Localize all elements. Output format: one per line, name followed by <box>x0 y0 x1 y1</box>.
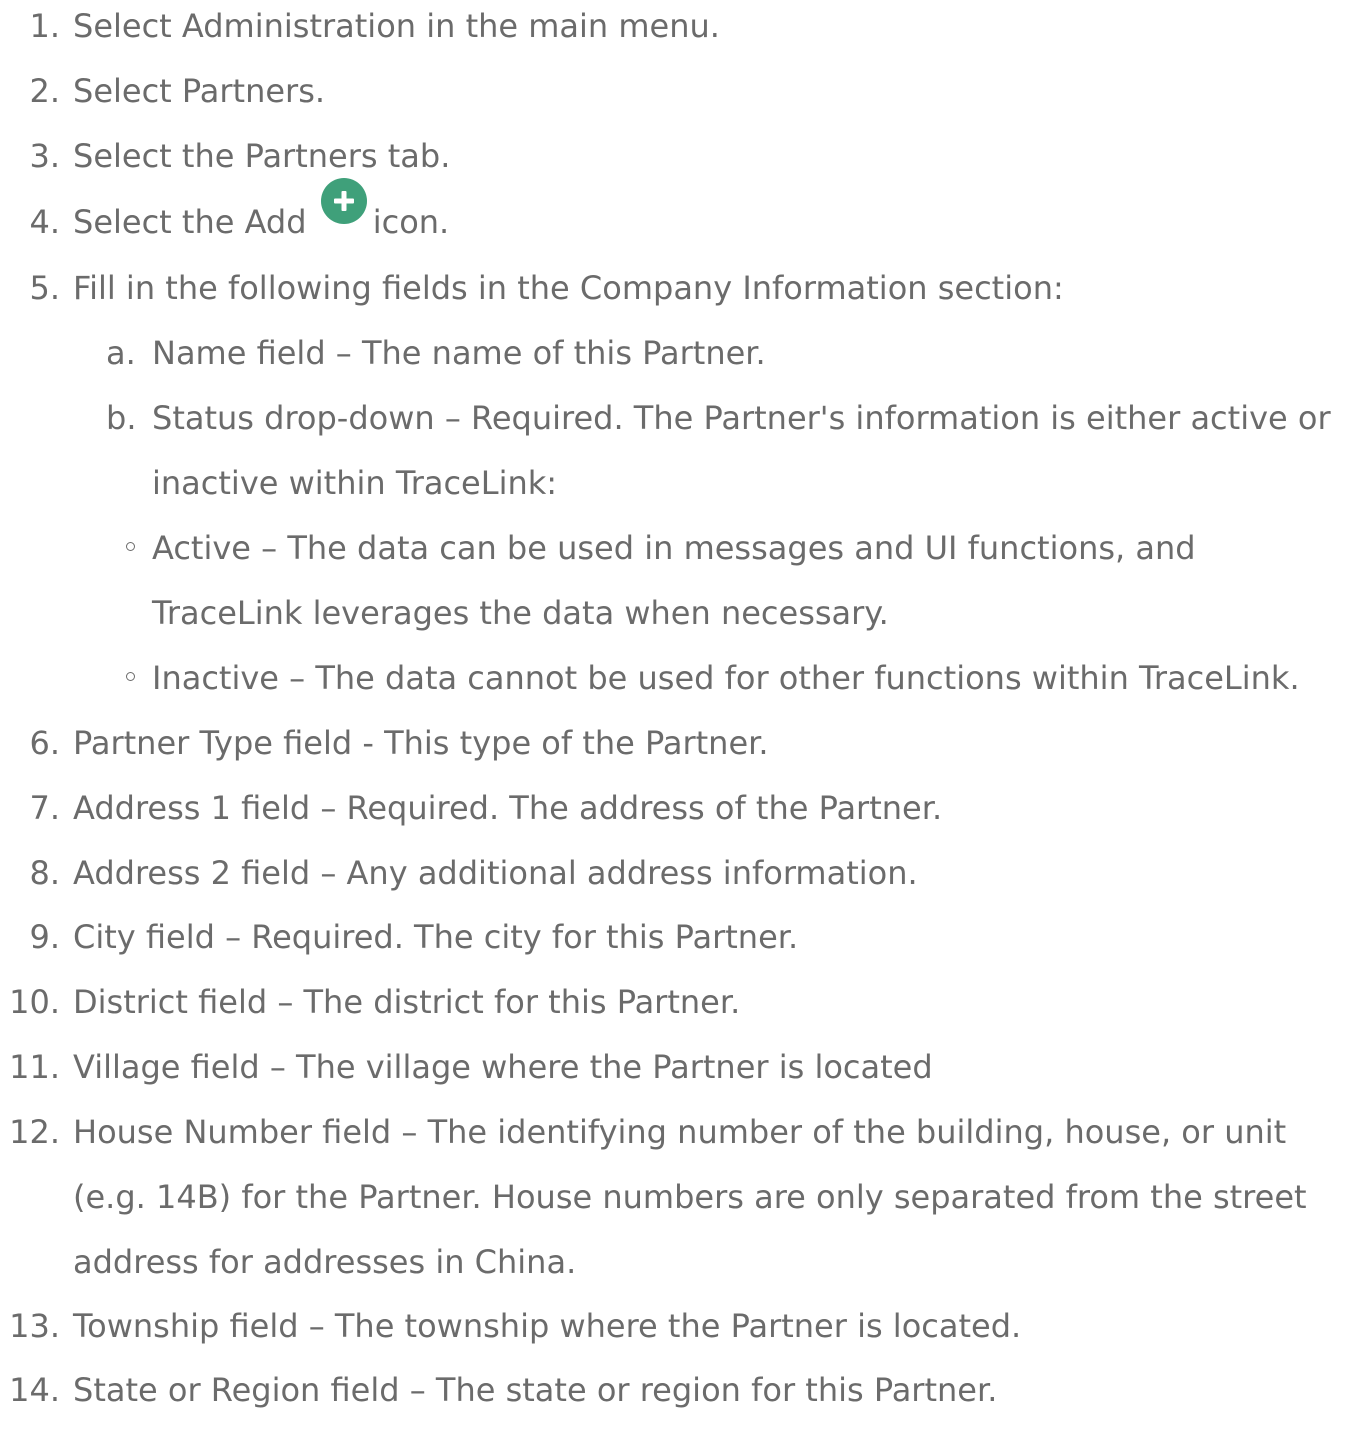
step-text-line-2: (e.g. 14B) for the Partner. House number… <box>73 1178 1307 1216</box>
circle-bullet-icon <box>126 672 135 681</box>
step-text: Address 1 field – Required. The address … <box>73 789 943 827</box>
step-text-line-3: address for addresses in China. <box>73 1243 577 1281</box>
step-number: 10. <box>9 983 60 1021</box>
step-text: Township field – The township where the … <box>73 1307 1022 1345</box>
step-number: 11. <box>9 1048 60 1086</box>
plus-circle-icon <box>320 178 367 224</box>
circle-bullet-icon <box>126 542 135 551</box>
substep-letter: b. <box>106 399 137 437</box>
step-number: 7. <box>29 789 60 827</box>
step-number: 13. <box>9 1307 60 1345</box>
step-text-before-icon: Select the Add <box>73 203 307 241</box>
step-text: Fill in the following fields in the Comp… <box>73 269 1064 307</box>
step-number: 12. <box>9 1113 60 1151</box>
step-text: Partner Type field - This type of the Pa… <box>73 724 769 762</box>
step-number: 6. <box>29 724 60 762</box>
step-number: 8. <box>29 854 60 892</box>
step-number: 4. <box>29 203 60 241</box>
step-text: Village field – The village where the Pa… <box>73 1048 933 1086</box>
step-text: Select Administration in the main menu. <box>73 7 720 45</box>
status-option-text-line-2: TraceLink leverages the data when necess… <box>152 594 889 632</box>
step-text-line-1: House Number field – The identifying num… <box>73 1113 1287 1151</box>
step-number: 2. <box>29 72 60 110</box>
step-number: 3. <box>29 137 60 175</box>
step-text: City field – Required. The city for this… <box>73 918 799 956</box>
status-option-text: Inactive – The data cannot be used for o… <box>152 659 1300 697</box>
step-number: 14. <box>9 1371 60 1409</box>
step-text: State or Region field – The state or reg… <box>73 1371 998 1409</box>
step-number: 1. <box>29 7 60 45</box>
substep-text-line-2: inactive within TraceLink: <box>152 464 558 502</box>
substep-text: Name field – The name of this Partner. <box>152 334 766 372</box>
step-text: Address 2 field – Any additional address… <box>73 854 918 892</box>
step-number: 5. <box>29 269 60 307</box>
step-text-after-icon: icon. <box>372 203 450 241</box>
step-text: Select the Add icon. <box>73 178 450 241</box>
substep-letter: a. <box>106 334 136 372</box>
step-text: Select Partners. <box>73 72 326 110</box>
step-text: Select the Partners tab. <box>73 137 451 175</box>
status-option-text-line-1: Active – The data can be used in message… <box>152 529 1196 567</box>
substep-text-line-1: Status drop-down – Required. The Partner… <box>152 399 1331 437</box>
step-text: District field – The district for this P… <box>73 983 741 1021</box>
step-number: 9. <box>29 918 60 956</box>
